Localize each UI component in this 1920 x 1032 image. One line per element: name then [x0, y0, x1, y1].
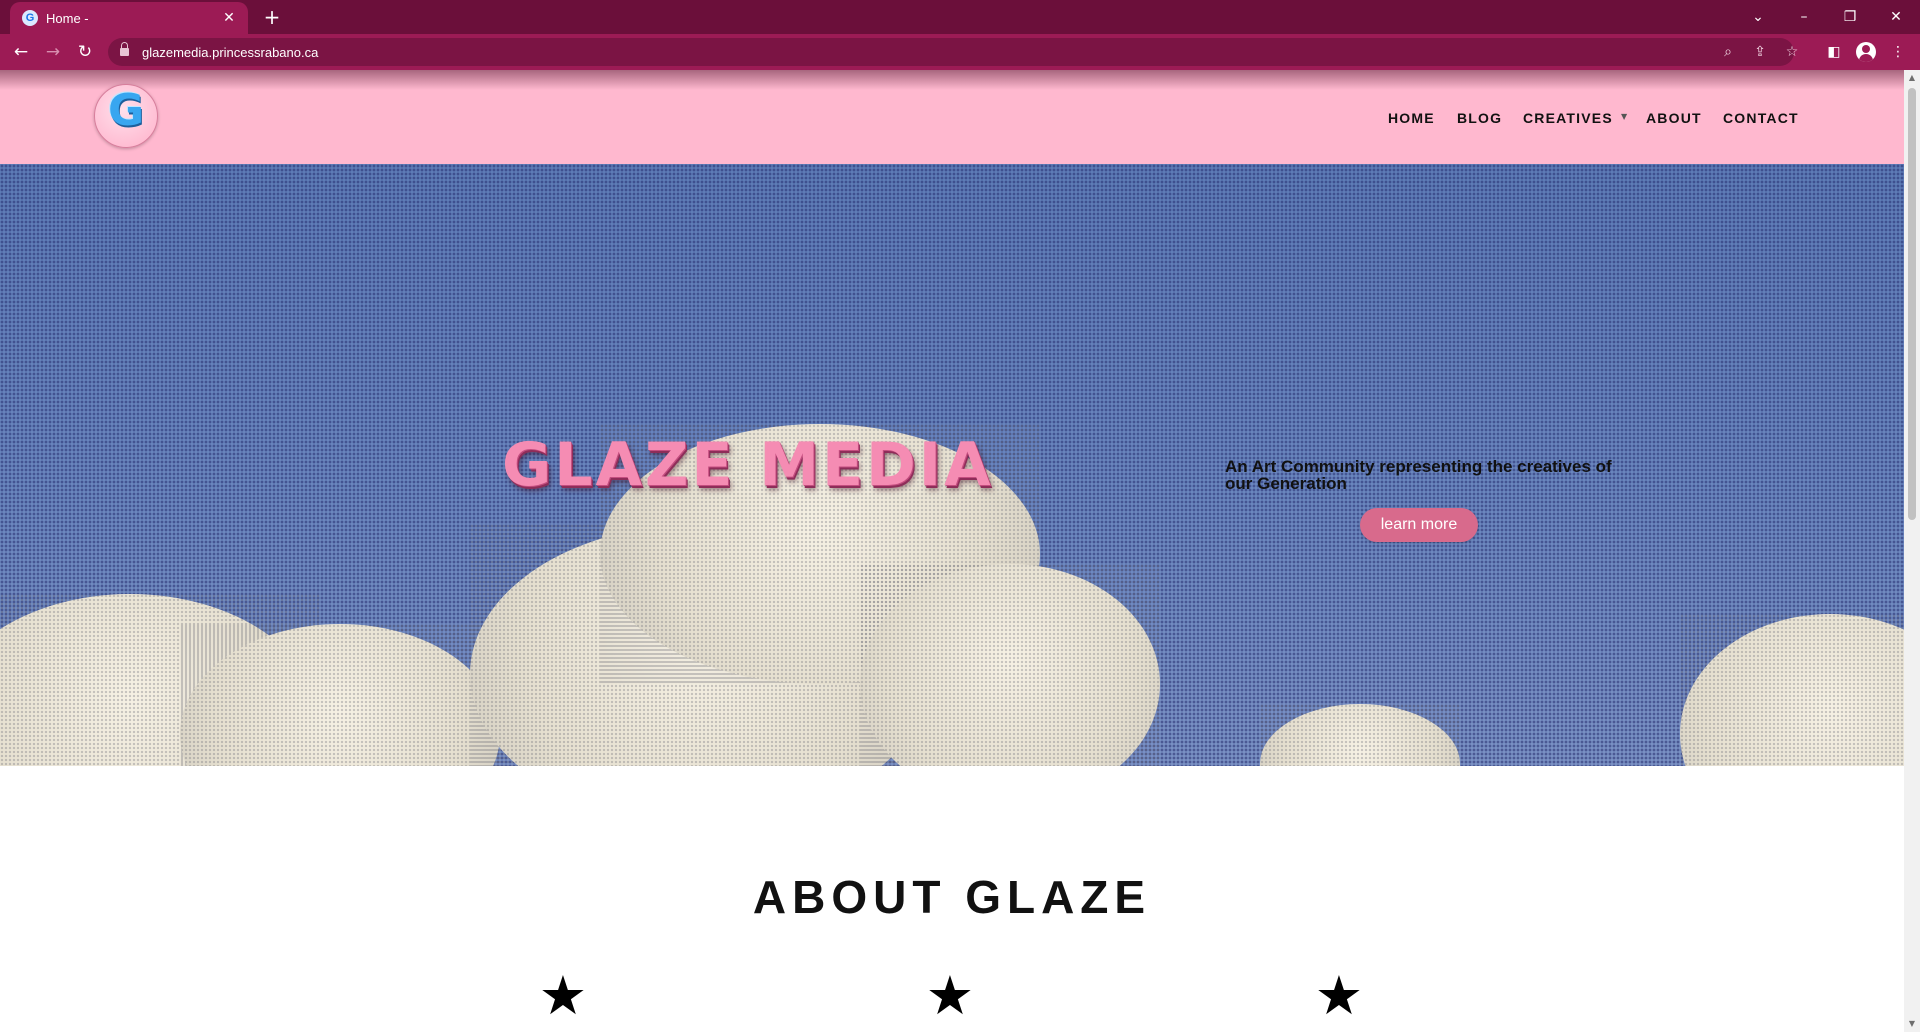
- kebab-menu-icon[interactable]: ⋮: [1888, 42, 1908, 62]
- about-heading: ABOUT GLAZE: [752, 871, 1152, 923]
- profile-avatar-icon[interactable]: [1856, 42, 1876, 62]
- window-close-icon[interactable]: ✕: [1878, 4, 1914, 30]
- plus-icon[interactable]: +: [260, 5, 284, 29]
- nav-creatives[interactable]: CREATIVES: [1523, 110, 1613, 126]
- reload-icon[interactable]: ↻: [72, 39, 98, 65]
- minimize-icon[interactable]: –: [1786, 4, 1822, 30]
- nav-about[interactable]: ABOUT: [1646, 110, 1702, 126]
- scroll-down-arrow-icon[interactable]: ▼: [1904, 1016, 1920, 1032]
- hero-title: GLAZE MEDIA: [502, 430, 994, 500]
- star-icon: ★: [925, 964, 975, 1027]
- back-arrow-icon[interactable]: ←: [8, 39, 34, 65]
- hero-tagline: An Art Community representing the creati…: [1225, 457, 1612, 493]
- star-icon: ★: [538, 964, 588, 1027]
- page-viewport: G HOME BLOG CREATIVES ▼ ABOUT CONTACT GL…: [0, 70, 1904, 1032]
- side-panel-icon[interactable]: ◧: [1824, 42, 1844, 62]
- scroll-thumb[interactable]: [1908, 88, 1916, 520]
- page-scrollbar[interactable]: ▲ ▼: [1904, 70, 1920, 1032]
- browser-tab-strip: G Home - ✕ + ⌄ – ❐ ✕: [0, 0, 1920, 34]
- restore-icon[interactable]: ❐: [1832, 4, 1868, 30]
- star-outline-icon[interactable]: ☆: [1782, 42, 1802, 62]
- close-icon[interactable]: ✕: [220, 9, 238, 27]
- browser-toolbar: ← → ↻ glazemedia.princessrabano.ca ⌕ ⇪ ☆…: [0, 34, 1920, 70]
- magnifier-icon[interactable]: ⌕: [1718, 42, 1738, 62]
- nav-blog[interactable]: BLOG: [1457, 110, 1502, 126]
- logo-letter: G: [107, 85, 145, 136]
- learn-more-button[interactable]: learn more: [1360, 508, 1478, 542]
- forward-arrow-icon[interactable]: →: [40, 39, 66, 65]
- tab-title: Home -: [46, 11, 89, 26]
- browser-tab-active[interactable]: G Home - ✕: [10, 2, 248, 34]
- nav-contact[interactable]: CONTACT: [1723, 110, 1799, 126]
- header-shadow: [0, 70, 1904, 90]
- site-header: G HOME BLOG CREATIVES ▼ ABOUT CONTACT: [0, 70, 1904, 164]
- site-logo[interactable]: G: [94, 84, 158, 148]
- site-favicon-icon: G: [22, 10, 38, 26]
- star-icon: ★: [1314, 964, 1364, 1027]
- address-bar[interactable]: glazemedia.princessrabano.ca ⌕ ⇪ ☆: [108, 38, 1798, 66]
- dropdown-caret-icon[interactable]: ▼: [1621, 112, 1627, 121]
- hero-banner: GLAZE MEDIA An Art Community representin…: [0, 164, 1904, 766]
- chevron-down-icon[interactable]: ⌄: [1740, 4, 1776, 30]
- nav-home[interactable]: HOME: [1388, 110, 1435, 126]
- lock-icon[interactable]: [120, 42, 129, 57]
- share-icon[interactable]: ⇪: [1750, 42, 1770, 62]
- url-text[interactable]: glazemedia.princessrabano.ca: [142, 45, 318, 60]
- scroll-up-arrow-icon[interactable]: ▲: [1904, 70, 1920, 86]
